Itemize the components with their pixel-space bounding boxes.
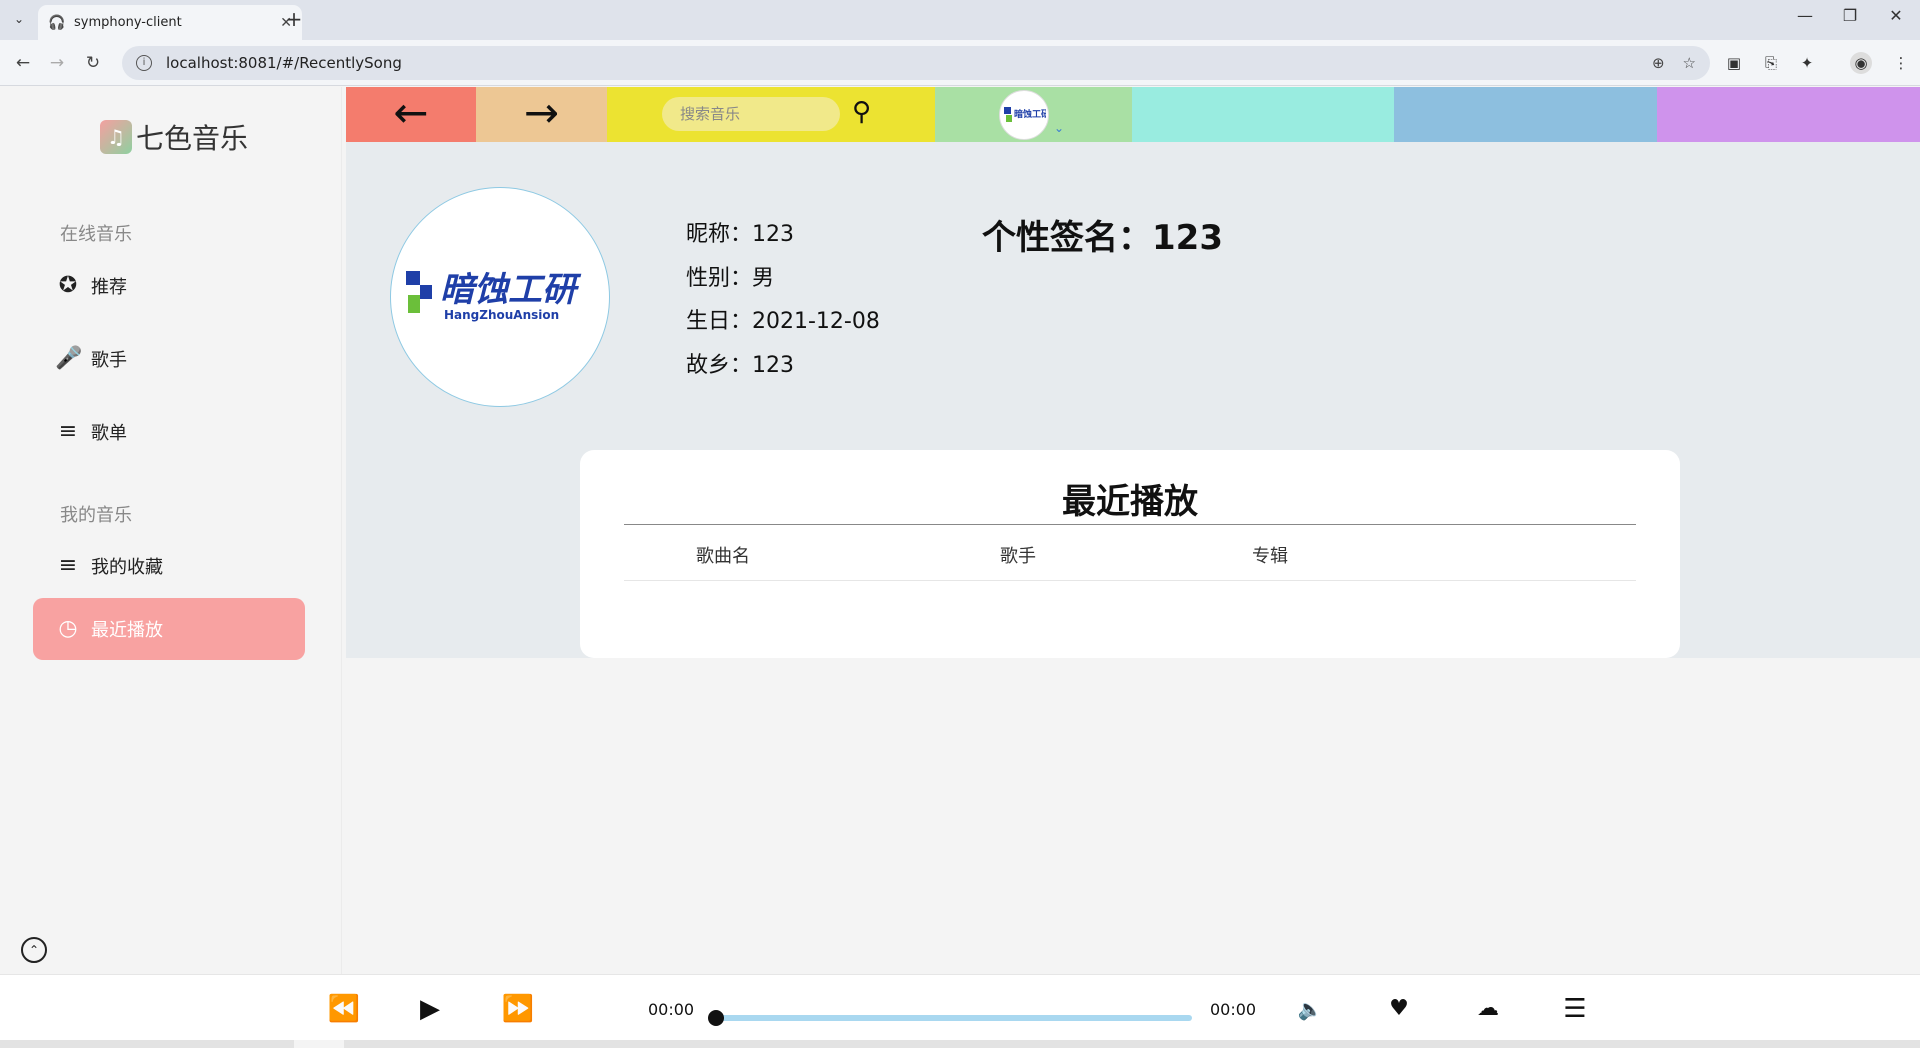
sidebar-item-singers[interactable]: 🎤 歌手 bbox=[33, 328, 305, 390]
bookmark-star-icon[interactable]: ☆ bbox=[1683, 54, 1696, 72]
header-segment-blue bbox=[1394, 87, 1657, 142]
heart-icon[interactable]: ♥ bbox=[1381, 991, 1417, 1027]
url-text[interactable]: localhost:8081/#/RecentlySong bbox=[166, 54, 1634, 72]
app-header: ← → 搜索音乐 ⚲ 暗蚀工研 ⌄ bbox=[346, 87, 1920, 142]
header-segment-purple bbox=[1657, 87, 1920, 142]
playlist-icon: ≡ bbox=[58, 553, 78, 578]
microphone-icon: 🎤 bbox=[55, 346, 83, 371]
browser-back-icon[interactable]: ← bbox=[10, 50, 36, 76]
divider bbox=[624, 580, 1636, 581]
site-info-icon[interactable]: i bbox=[136, 55, 152, 71]
svg-text:暗蚀工研: 暗蚀工研 bbox=[440, 270, 582, 310]
browser-tab[interactable]: 🎧 symphony-client ✕ bbox=[38, 5, 302, 40]
clock-icon: ◷ bbox=[58, 616, 78, 641]
volume-icon[interactable]: 🔈 bbox=[1292, 991, 1328, 1027]
sidebar-item-recently-played[interactable]: ◷ 最近播放 bbox=[33, 598, 305, 660]
download-cloud-icon[interactable]: ☁ bbox=[1470, 991, 1506, 1027]
header-segment-cyan bbox=[1132, 87, 1394, 142]
new-tab-button[interactable]: + bbox=[282, 8, 306, 32]
tab-title: symphony-client bbox=[74, 15, 182, 30]
user-avatar-small[interactable]: 暗蚀工研 bbox=[999, 90, 1049, 140]
tab-search-button[interactable]: ⌄ bbox=[8, 8, 30, 30]
profile-signature: 个性签名：123 bbox=[982, 218, 1223, 258]
sidebar-item-label: 我的收藏 bbox=[91, 557, 163, 578]
profile-avatar-icon[interactable]: ◉ bbox=[1850, 52, 1872, 74]
progress-knob[interactable] bbox=[708, 1010, 724, 1026]
search-icon[interactable]: ⚲ bbox=[852, 97, 882, 127]
bookmarks-icon[interactable]: ⎘ bbox=[1760, 52, 1782, 74]
profile-birthday: 生日：2021-12-08 bbox=[686, 309, 880, 334]
sidebar-item-label: 推荐 bbox=[91, 277, 127, 298]
horizontal-scrollbar[interactable] bbox=[0, 1040, 1920, 1048]
column-header-singer: 歌手 bbox=[1000, 546, 1036, 567]
music-note-icon: ♫ bbox=[100, 120, 132, 154]
next-track-icon[interactable]: ⏩ bbox=[500, 991, 536, 1027]
profile-gender: 性别：男 bbox=[686, 266, 775, 291]
total-time: 00:00 bbox=[1210, 1000, 1257, 1019]
forward-button[interactable]: → bbox=[476, 87, 607, 142]
chevron-down-icon[interactable]: ⌄ bbox=[1054, 121, 1064, 135]
app-logo-text: 七色音乐 bbox=[136, 122, 249, 155]
sidebar-item-label: 最近播放 bbox=[91, 620, 163, 641]
browser-menu-icon[interactable]: ⋮ bbox=[1890, 52, 1912, 74]
ansion-logo-icon: 暗蚀工研 bbox=[1004, 107, 1046, 122]
browser-tab-bar: ⌄ 🎧 symphony-client ✕ + — ❐ ✕ bbox=[0, 0, 1920, 40]
user-avatar-large: 暗蚀工研 HangZhouAnsion bbox=[390, 187, 610, 407]
recently-played-card: 最近播放 歌曲名 歌手 专辑 bbox=[580, 450, 1680, 658]
extension-icon[interactable]: ▣ bbox=[1723, 52, 1745, 74]
app-sidebar: ♫ 七色音乐 在线音乐 ✪ 推荐 🎤 歌手 ≡ 歌单 我的音乐 ≡ 我的收藏 ◷… bbox=[0, 87, 342, 974]
player-bar: ⏪ ▶ ⏩ 00:00 00:00 🔈 ♥ ☁ ☰ bbox=[0, 974, 1920, 1040]
svg-text:HangZhouAnsion: HangZhouAnsion bbox=[444, 308, 559, 322]
address-bar[interactable]: i localhost:8081/#/RecentlySong ⊕ ☆ bbox=[122, 46, 1710, 80]
zoom-icon[interactable]: ⊕ bbox=[1652, 54, 1665, 72]
minimize-icon[interactable]: — bbox=[1785, 6, 1825, 25]
app-logo[interactable]: ♫ 七色音乐 bbox=[100, 117, 248, 157]
current-time: 00:00 bbox=[648, 1000, 695, 1019]
search-input[interactable]: 搜索音乐 bbox=[662, 97, 840, 131]
progress-slider[interactable] bbox=[708, 1010, 1192, 1026]
headphones-icon: 🎧 bbox=[48, 14, 66, 31]
profile-hometown: 故乡：123 bbox=[686, 353, 794, 378]
window-close-icon[interactable]: ✕ bbox=[1876, 6, 1916, 25]
divider bbox=[624, 524, 1636, 525]
ansion-logo-icon: 暗蚀工研 HangZhouAnsion bbox=[406, 270, 582, 322]
back-button[interactable]: ← bbox=[346, 87, 476, 142]
column-header-song: 歌曲名 bbox=[696, 546, 750, 567]
reload-icon[interactable]: ↻ bbox=[80, 50, 106, 76]
section-online-music: 在线音乐 bbox=[60, 224, 132, 245]
browser-toolbar: ← → ↻ i localhost:8081/#/RecentlySong ⊕ … bbox=[0, 40, 1920, 86]
svg-text:暗蚀工研: 暗蚀工研 bbox=[1014, 108, 1046, 120]
previous-track-icon[interactable]: ⏪ bbox=[326, 991, 362, 1027]
sidebar-item-label: 歌手 bbox=[91, 350, 127, 371]
extensions-puzzle-icon[interactable]: ✦ bbox=[1796, 52, 1818, 74]
restore-icon[interactable]: ❐ bbox=[1830, 6, 1870, 25]
scrollbar-thumb[interactable] bbox=[294, 1040, 344, 1048]
star-icon: ✪ bbox=[58, 273, 78, 298]
playlist-menu-icon[interactable]: ☰ bbox=[1557, 991, 1593, 1027]
sidebar-item-playlists[interactable]: ≡ 歌单 bbox=[33, 401, 305, 463]
sidebar-item-label: 歌单 bbox=[91, 423, 127, 444]
playlist-icon: ≡ bbox=[58, 419, 78, 444]
scroll-up-icon[interactable]: ⌃ bbox=[21, 937, 47, 963]
recently-played-title: 最近播放 bbox=[1062, 482, 1198, 522]
play-icon[interactable]: ▶ bbox=[412, 991, 448, 1027]
sidebar-item-recommend[interactable]: ✪ 推荐 bbox=[33, 255, 305, 317]
section-my-music: 我的音乐 bbox=[60, 505, 132, 526]
profile-nickname: 昵称：123 bbox=[686, 222, 794, 247]
browser-forward-icon[interactable]: → bbox=[44, 50, 70, 76]
sidebar-item-favorites[interactable]: ≡ 我的收藏 bbox=[33, 535, 305, 597]
column-header-album: 专辑 bbox=[1252, 546, 1288, 567]
